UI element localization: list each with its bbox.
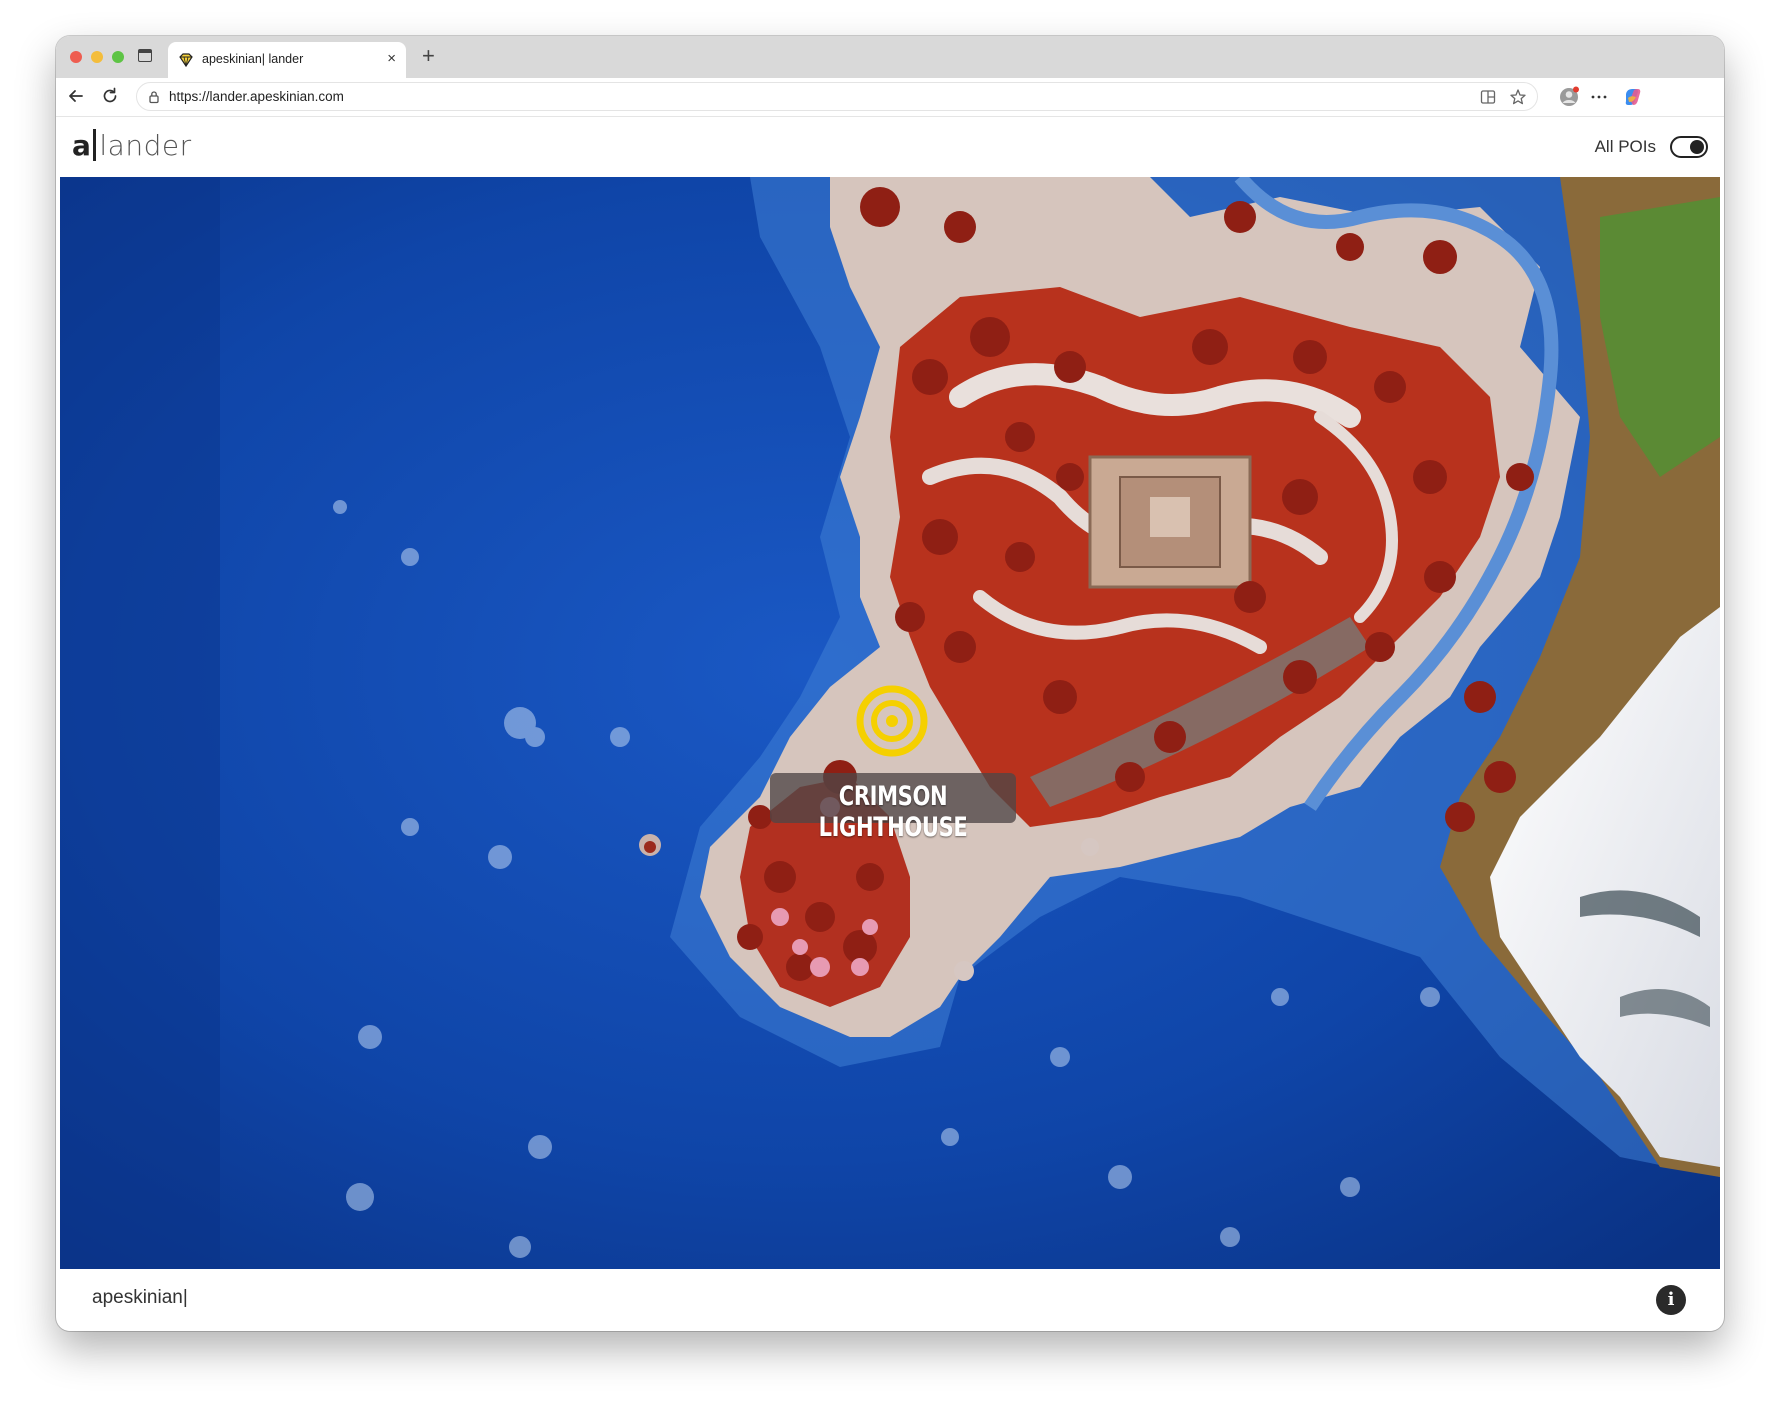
- tab-title: apeskinian| lander: [202, 52, 304, 66]
- app-footer: apeskinian| i: [60, 1269, 1720, 1331]
- info-icon[interactable]: i: [1656, 1285, 1686, 1315]
- app-header: a lander All POIs: [60, 117, 1720, 177]
- back-arrow-icon[interactable]: [66, 86, 86, 106]
- lander-logo[interactable]: a lander: [72, 129, 192, 162]
- minimize-window-button[interactable]: [91, 51, 103, 63]
- new-tab-icon[interactable]: +: [422, 44, 435, 68]
- tab-strip: apeskinian| lander × +: [56, 36, 1724, 78]
- browser-window: apeskinian| lander × + https://lander.ap…: [56, 36, 1724, 1331]
- footer-brand[interactable]: apeskinian|: [92, 1287, 188, 1309]
- lock-icon[interactable]: [147, 90, 161, 104]
- browser-toolbar: https://lander.apeskinian.com: [56, 78, 1724, 117]
- profile-avatar-icon[interactable]: [1558, 86, 1580, 108]
- poi-name: CRIMSON LIGHTHOUSE: [818, 781, 968, 843]
- logo-bar: [93, 129, 97, 161]
- favorite-star-icon[interactable]: [1509, 88, 1527, 106]
- zoom-window-button[interactable]: [112, 51, 124, 63]
- sidebar-toggle-icon[interactable]: [138, 49, 152, 62]
- active-tab[interactable]: apeskinian| lander ×: [168, 42, 406, 78]
- logo-word: lander: [99, 129, 192, 162]
- map-canvas[interactable]: CRIMSON LIGHTHOUSE: [60, 177, 1720, 1269]
- url-text[interactable]: https://lander.apeskinian.com: [169, 89, 344, 104]
- close-window-button[interactable]: [70, 51, 82, 63]
- logo-letter: a: [72, 129, 92, 162]
- split-screen-icon[interactable]: [1479, 88, 1497, 106]
- tab-close-icon[interactable]: ×: [387, 50, 396, 68]
- reload-icon[interactable]: [100, 86, 120, 106]
- all-pois-label: All POIs: [1594, 137, 1656, 156]
- poi-label[interactable]: CRIMSON LIGHTHOUSE: [770, 773, 1016, 843]
- poi-target-icon[interactable]: [856, 685, 928, 757]
- screenshot-stage: apeskinian| lander × + https://lander.ap…: [0, 0, 1780, 1406]
- copilot-icon[interactable]: [1622, 86, 1644, 108]
- address-bar[interactable]: https://lander.apeskinian.com: [136, 82, 1538, 111]
- more-menu-icon[interactable]: [1588, 86, 1610, 108]
- diamond-favicon-icon: [179, 53, 193, 68]
- all-pois-toggle[interactable]: [1670, 136, 1708, 158]
- toggle-knob: [1690, 140, 1704, 154]
